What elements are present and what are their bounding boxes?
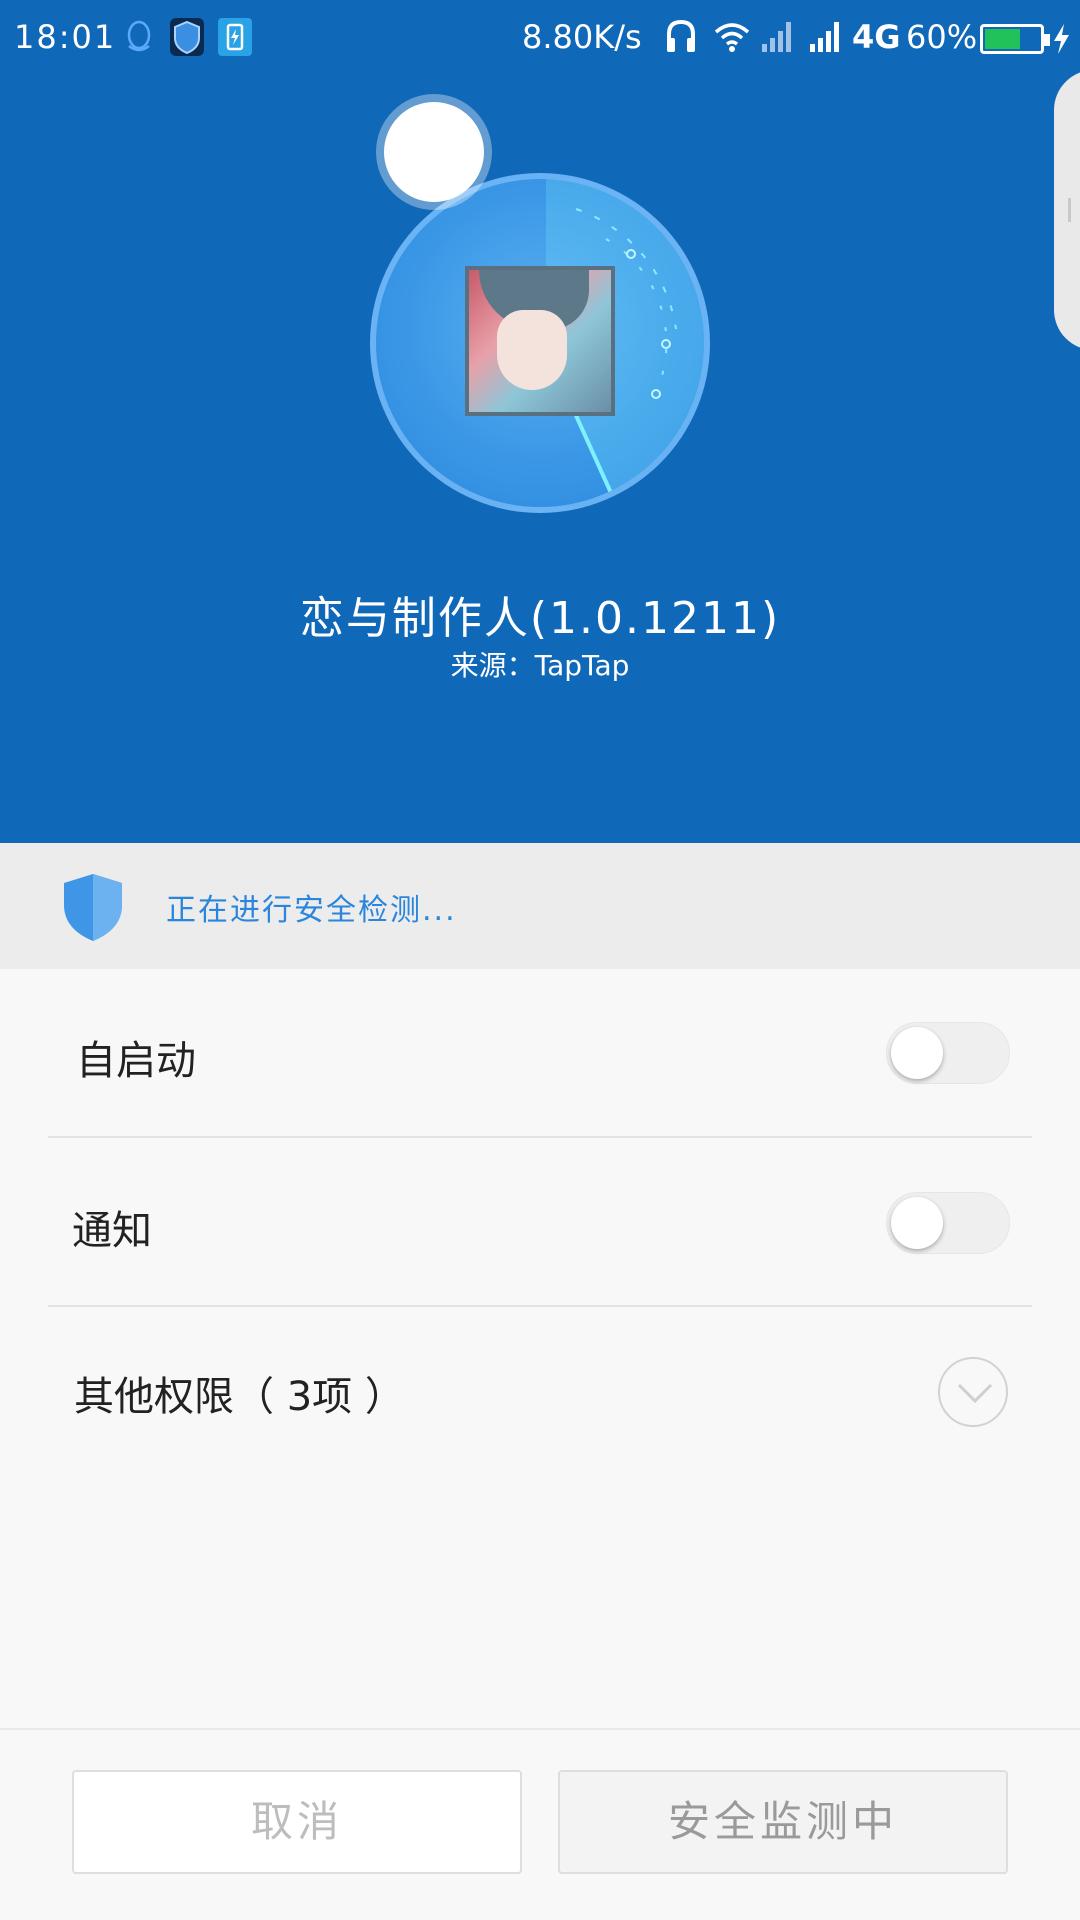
divider [48,1305,1032,1307]
battery-percent: 60% [906,18,978,56]
app-source: 来源：TapTap [450,649,630,682]
autostart-label: 自启动 [76,1038,196,1084]
expand-button[interactable] [938,1357,1008,1427]
security-monitoring-button[interactable]: 安全监测中 [558,1770,1008,1874]
bottom-action-bar: 取消 安全监测中 [0,1728,1080,1920]
app-icon [465,266,615,416]
status-bar: 18:01 8.80K/s 4G 60% [0,0,1080,76]
edge-panel-handle[interactable] [1054,70,1080,350]
chevron-down-icon [957,1383,993,1404]
other-permissions-label: 其他权限（ 3项 ） [74,1374,405,1420]
notification-toggle[interactable] [886,1192,1010,1254]
cancel-button[interactable]: 取消 [72,1770,522,1874]
divider [48,1136,1032,1138]
security-check-banner: 正在进行安全检测... [0,843,1080,969]
shield-icon [64,874,122,941]
qq-icon [127,20,151,52]
battery-saver-icon [218,18,252,56]
app-title: 恋与制作人(1.0.1211) [299,593,781,644]
notification-label: 通知 [72,1208,152,1254]
headphones-icon [667,19,695,52]
signal-icon [810,22,839,52]
charging-bolt-icon [1054,24,1069,54]
autostart-toggle[interactable] [886,1022,1010,1084]
security-status-text: 正在进行安全检测... [166,893,457,928]
net-speed: 8.80K/s [522,18,642,56]
floating-assistant-ball[interactable] [384,102,484,202]
install-header: 18:01 8.80K/s 4G 60% 恋与制作人(1.0.1211) 来源：… [0,0,1080,843]
status-time: 18:01 [14,18,117,56]
security-shield-icon [170,18,204,56]
network-type: 4G [852,18,901,56]
battery-icon [980,24,1050,54]
signal-icon [762,22,791,52]
wifi-icon [714,23,750,52]
